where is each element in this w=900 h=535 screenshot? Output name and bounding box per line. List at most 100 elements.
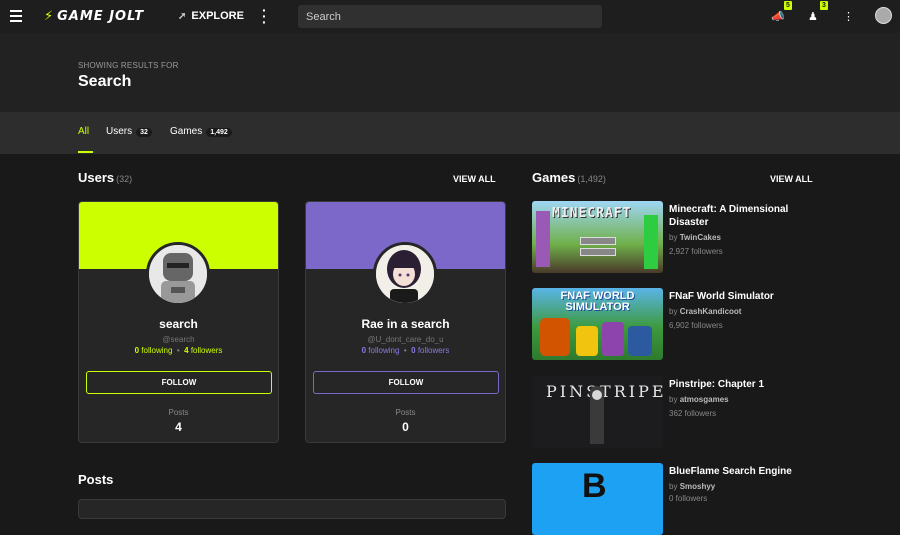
by-label: by [669, 233, 678, 242]
tab-all-label: All [78, 126, 90, 137]
user-card[interactable]: Rae in a search @U_dont_care_do_u 0 foll… [305, 201, 506, 443]
user-name[interactable]: Rae in a search [306, 317, 505, 331]
user-handle: @U_dont_care_do_u [367, 335, 444, 344]
friends-icon[interactable]: ♟ [808, 10, 818, 23]
character-figure [628, 326, 652, 356]
followers-count: 4 [184, 346, 189, 355]
tab-users[interactable]: Users 32 [106, 126, 152, 137]
game-thumb-title: MINECRAFT [552, 206, 632, 221]
explore-label: EXPLORE [191, 10, 244, 22]
followers-count: 0 [411, 346, 416, 355]
game-author: by atmosgames [669, 395, 729, 404]
game-author: by Smoshyy [669, 482, 715, 491]
friends-badge: 3 [820, 1, 828, 10]
activity-icon[interactable]: ⋮ [843, 10, 854, 23]
users-count: (32) [116, 174, 133, 184]
tab-games-count: 1,492 [206, 128, 232, 137]
game-followers: 0 followers [669, 494, 708, 503]
tab-users-label: Users [106, 126, 133, 137]
character-figure [540, 318, 570, 356]
compass-icon: ➚ [178, 11, 187, 22]
menu-button-shape [580, 248, 616, 256]
character-figure [576, 326, 598, 356]
user-avatar[interactable] [875, 7, 892, 24]
game-title[interactable]: FNaF World Simulator [669, 290, 829, 303]
tab-all[interactable]: All [78, 126, 89, 137]
search-input[interactable] [298, 5, 602, 28]
gamejolt-logo[interactable]: ⚡ GAME JOLT [44, 9, 144, 24]
notifications-icon[interactable]: 📣 [771, 10, 785, 23]
search-header [0, 33, 900, 112]
post-card[interactable] [78, 499, 506, 519]
game-author: by TwinCakes [669, 233, 721, 242]
following-label: following [368, 346, 400, 355]
game-followers: 362 followers [669, 409, 717, 418]
user-stats: 0 following • 4 followers [134, 346, 223, 355]
posts-section-title: Posts [78, 472, 114, 487]
search-query-title: Search [78, 73, 132, 90]
followers-label: followers [417, 346, 450, 355]
game-thumbnail[interactable]: FNAF WORLD SIMULATOR [532, 288, 663, 360]
game-thumbnail[interactable]: PINSTRIPE [532, 376, 663, 448]
user-handle: @search [162, 335, 195, 344]
notifications-badge: 5 [784, 1, 792, 10]
game-followers: 2,927 followers [669, 247, 723, 256]
users-view-all-link[interactable]: VIEW ALL [453, 174, 496, 184]
character-figure [536, 211, 550, 267]
menu-icon[interactable] [10, 10, 22, 22]
user-avatar-search[interactable] [146, 242, 210, 306]
game-title[interactable]: BlueFlame Search Engine [669, 465, 829, 478]
character-figure [602, 322, 624, 356]
game-thumb-title: PINSTRIPE [546, 382, 663, 401]
following-count: 0 [134, 346, 140, 355]
character-figure [644, 215, 658, 269]
anime-girl-avatar-icon [376, 245, 434, 303]
by-label: by [669, 307, 678, 316]
games-count: (1,492) [577, 174, 606, 184]
game-thumbnail[interactable]: MINECRAFT [532, 201, 663, 273]
game-item[interactable]: B BlueFlame Search Engine by Smoshyy 0 f… [532, 463, 832, 535]
follow-button[interactable]: FOLLOW [313, 371, 499, 394]
games-title-text: Games [532, 170, 576, 185]
game-item[interactable]: MINECRAFT Minecraft: A Dimensional Disas… [532, 201, 832, 273]
following-label: following [141, 346, 173, 355]
game-title[interactable]: Minecraft: A Dimensional Disaster [669, 203, 829, 229]
game-item[interactable]: PINSTRIPE Pinstripe: Chapter 1 by atmosg… [532, 376, 832, 448]
author-name[interactable]: CrashKandicoot [680, 307, 742, 316]
games-section-title: Games (1,492) [532, 170, 606, 185]
posts-count: 4 [175, 420, 182, 434]
followers-label: followers [190, 346, 223, 355]
game-title[interactable]: Pinstripe: Chapter 1 [669, 378, 829, 391]
menu-button-shape [580, 237, 616, 245]
explore-link[interactable]: ➚ EXPLORE [178, 10, 244, 22]
user-name[interactable]: search [79, 317, 278, 331]
games-view-all-link[interactable]: VIEW ALL [770, 174, 813, 184]
author-name[interactable]: atmosgames [680, 395, 729, 404]
game-author: by CrashKandicoot [669, 307, 741, 316]
posts-label: Posts [395, 408, 416, 417]
tab-games[interactable]: Games 1,492 [170, 126, 232, 137]
game-item[interactable]: FNAF WORLD SIMULATOR FNaF World Simulato… [532, 288, 832, 360]
more-options-icon[interactable]: · · · [262, 3, 267, 29]
robot-avatar-icon [149, 245, 207, 303]
users-section-title: Users (32) [78, 170, 132, 185]
by-label: by [669, 395, 678, 404]
active-tab-indicator [78, 151, 93, 153]
posts-label: Posts [168, 408, 189, 417]
tab-games-label: Games [170, 126, 203, 137]
game-followers: 6,902 followers [669, 321, 723, 330]
showing-results-label: SHOWING RESULTS FOR [78, 61, 179, 70]
game-thumb-title: FNAF WORLD SIMULATOR [560, 290, 635, 313]
author-name[interactable]: TwinCakes [680, 233, 721, 242]
character-face [592, 390, 602, 400]
game-thumbnail[interactable]: B [532, 463, 663, 535]
follow-button[interactable]: FOLLOW [86, 371, 272, 394]
user-avatar-rae[interactable] [373, 242, 437, 306]
following-count: 0 [361, 346, 367, 355]
posts-count: 0 [402, 420, 409, 434]
tab-users-count: 32 [136, 128, 152, 137]
user-card[interactable]: search @search 0 following • 4 followers… [78, 201, 279, 443]
game-thumb-logo: B [582, 467, 607, 505]
author-name[interactable]: Smoshyy [680, 482, 716, 491]
users-title-text: Users [78, 170, 115, 185]
